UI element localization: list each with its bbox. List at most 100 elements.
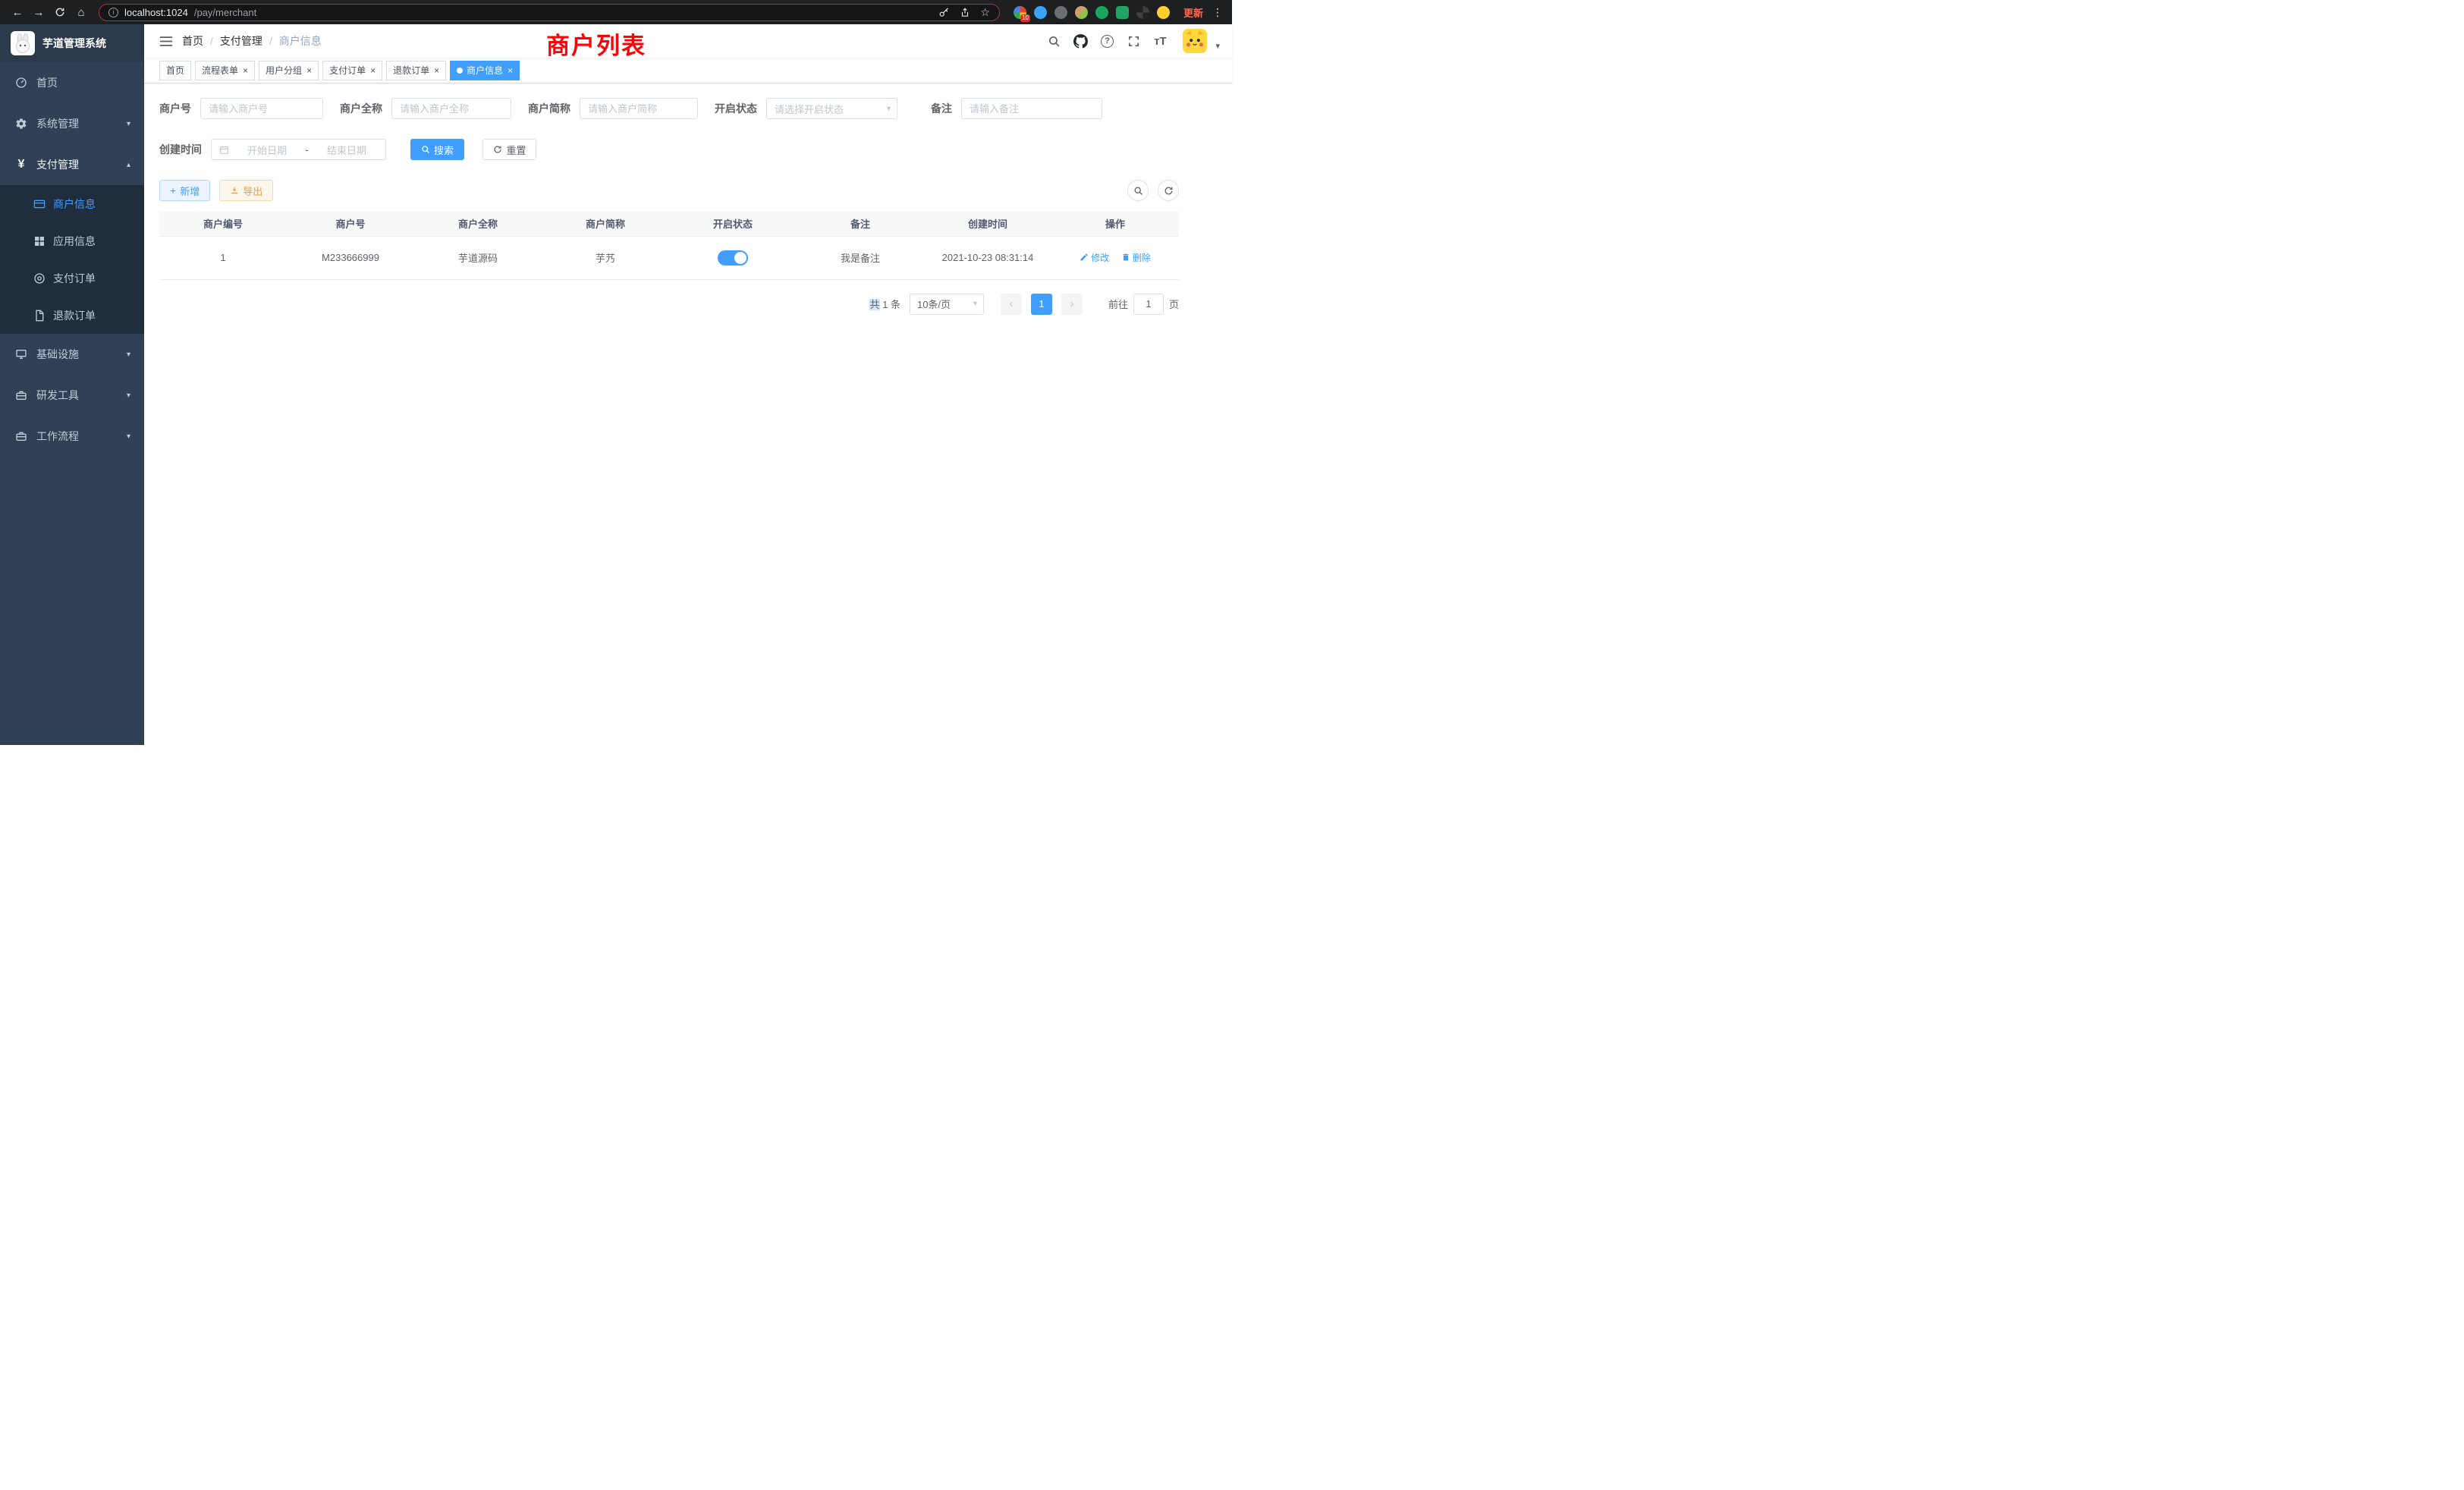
fullscreen-icon[interactable]: [1124, 31, 1143, 51]
header-search-icon[interactable]: [1044, 31, 1064, 51]
short-name-label: 商户简称: [528, 101, 570, 116]
navbar-actions: [1044, 29, 1220, 53]
edit-pencil-icon: [1080, 253, 1089, 262]
browser-forward-icon[interactable]: →: [29, 2, 49, 22]
sidebar-item-workflow[interactable]: 工作流程: [0, 416, 144, 457]
sidebar-item-home[interactable]: 首页: [0, 62, 144, 103]
status-toggle[interactable]: [718, 250, 748, 266]
annotation-merchant-list: 商户列表: [546, 27, 646, 61]
browser-reload-icon[interactable]: [50, 2, 70, 22]
tabs-bar: 首页 流程表单 用户分组 支付订单 退款订单 商户信息: [144, 58, 1232, 83]
font-size-icon[interactable]: [1150, 31, 1170, 51]
export-button[interactable]: 导出: [219, 180, 273, 201]
breadcrumb-payment[interactable]: 支付管理: [220, 33, 262, 49]
tab-merchant-info[interactable]: 商户信息: [450, 61, 520, 80]
chevron-down-icon: [887, 105, 891, 113]
cell-full-name: 芋道源码: [414, 236, 542, 279]
tab-user-group[interactable]: 用户分组: [259, 61, 319, 80]
date-start-placeholder[interactable]: 开始日期: [236, 143, 298, 157]
prev-page-button[interactable]: [1001, 294, 1022, 315]
breadcrumb-current: 商户信息: [279, 33, 322, 49]
extension-icon[interactable]: [1116, 6, 1129, 19]
short-name-input[interactable]: [580, 98, 698, 119]
tab-close-icon[interactable]: [508, 66, 513, 75]
sidebar-item-dev-tools[interactable]: 研发工具: [0, 375, 144, 416]
refresh-table-button[interactable]: [1158, 180, 1179, 201]
tab-pay-order[interactable]: 支付订单: [322, 61, 382, 80]
extension-icon[interactable]: [1054, 6, 1067, 19]
tab-close-icon[interactable]: [370, 66, 376, 75]
sidebar-item-pay-order[interactable]: 支付订单: [0, 259, 144, 297]
goto-page-input[interactable]: [1133, 294, 1164, 315]
extension-icon[interactable]: [1095, 6, 1108, 19]
sidebar-item-infrastructure[interactable]: 基础设施: [0, 334, 144, 375]
app-logo-row[interactable]: 芋道管理系统: [0, 24, 144, 62]
tab-home[interactable]: 首页: [159, 61, 191, 80]
tab-close-icon[interactable]: [243, 66, 248, 75]
merchant-no-input[interactable]: [200, 98, 323, 119]
extension-icon[interactable]: 10: [1014, 6, 1026, 19]
avatar[interactable]: [1183, 29, 1207, 53]
calendar-icon: [219, 145, 229, 155]
extension-icon[interactable]: [1034, 6, 1047, 19]
avatar-caret-icon[interactable]: [1215, 41, 1220, 51]
sidebar-item-app-info[interactable]: 应用信息: [0, 222, 144, 259]
sidebar-item-refund-order[interactable]: 退款订单: [0, 297, 144, 334]
tab-refund-order[interactable]: 退款订单: [386, 61, 446, 80]
remark-input[interactable]: [961, 98, 1102, 119]
address-bar[interactable]: localhost:1024 /pay/merchant: [99, 4, 1000, 21]
tab-close-icon[interactable]: [434, 66, 439, 75]
app-title: 芋道管理系统: [42, 36, 106, 51]
refresh-icon: [493, 145, 502, 154]
status-label: 开启状态: [715, 101, 757, 116]
search-button[interactable]: 搜索: [410, 139, 464, 160]
page-size-select[interactable]: 10条/页: [910, 294, 984, 315]
browser-menu-icon[interactable]: [1211, 6, 1224, 19]
col-full-name: 商户全称: [414, 211, 542, 236]
reset-button[interactable]: 重置: [482, 139, 536, 160]
browser-home-icon[interactable]: ⌂: [71, 2, 91, 22]
add-button[interactable]: 新增: [159, 180, 210, 201]
site-info-icon[interactable]: [108, 8, 118, 17]
date-end-placeholder[interactable]: 结束日期: [316, 143, 378, 157]
url-path: /pay/merchant: [194, 7, 256, 18]
chevron-down-icon: [973, 300, 977, 308]
table-header-row: 商户编号 商户号 商户全称 商户简称 开启状态 备注 创建时间 操作: [159, 211, 1179, 236]
page-number-1[interactable]: 1: [1031, 294, 1052, 315]
share-icon[interactable]: [960, 7, 970, 18]
date-range-picker[interactable]: 开始日期 - 结束日期: [211, 139, 386, 160]
edit-link[interactable]: 修改: [1080, 251, 1109, 264]
browser-back-icon[interactable]: ←: [8, 2, 27, 22]
tab-close-icon[interactable]: [306, 66, 312, 75]
remark-label: 备注: [931, 101, 952, 116]
status-select[interactable]: 请选择开启状态: [766, 98, 897, 119]
full-name-input[interactable]: [391, 98, 511, 119]
toggle-search-button[interactable]: [1127, 180, 1149, 201]
sidebar-item-system[interactable]: 系统管理: [0, 103, 144, 144]
document-icon: [33, 310, 46, 322]
extension-icon[interactable]: [1136, 6, 1149, 19]
merchant-table: 商户编号 商户号 商户全称 商户简称 开启状态 备注 创建时间 操作 1 M23…: [159, 211, 1179, 280]
tab-process-form[interactable]: 流程表单: [195, 61, 255, 80]
sidebar-item-merchant-info[interactable]: 商户信息: [0, 185, 144, 222]
col-short-name: 商户简称: [542, 211, 669, 236]
col-merchant-no: 商户号: [287, 211, 414, 236]
pagination: 共 1 条 10条/页 1 前往 页: [159, 294, 1179, 315]
col-status: 开启状态: [669, 211, 797, 236]
chevron-up-icon: [127, 161, 130, 169]
hamburger-icon[interactable]: [153, 28, 179, 54]
delete-link[interactable]: 删除: [1121, 251, 1151, 264]
extension-icon[interactable]: [1075, 6, 1088, 19]
bookmark-star-icon[interactable]: [980, 6, 990, 19]
password-key-icon[interactable]: [938, 7, 950, 18]
browser-update-button[interactable]: 更新: [1177, 5, 1209, 20]
monitor-icon: [15, 348, 27, 360]
sidebar-item-payment[interactable]: ¥ 支付管理: [0, 144, 144, 185]
trash-icon: [1121, 253, 1130, 262]
compass-icon: [33, 272, 46, 284]
breadcrumb-home[interactable]: 首页: [182, 33, 203, 49]
help-icon[interactable]: [1097, 31, 1117, 51]
github-icon[interactable]: [1070, 31, 1090, 51]
extension-icon[interactable]: [1157, 6, 1170, 19]
next-page-button[interactable]: [1061, 294, 1083, 315]
